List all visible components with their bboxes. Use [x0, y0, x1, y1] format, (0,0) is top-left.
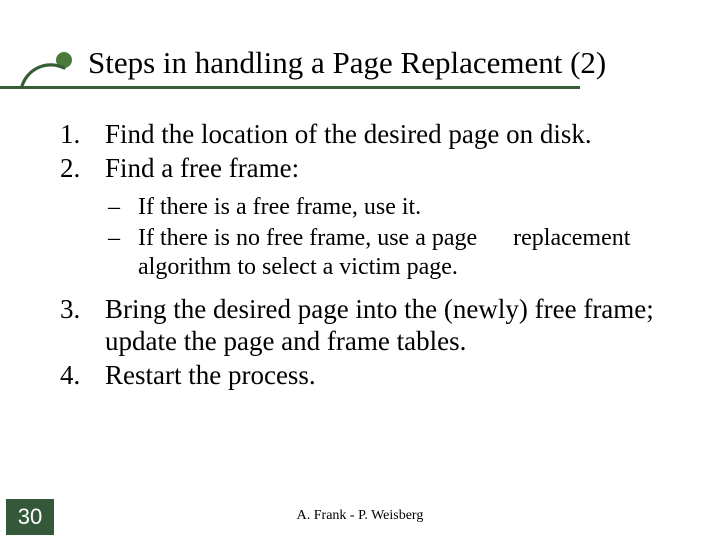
list-item: 1. Find the location of the desired page…	[50, 118, 705, 150]
item-number: 2.	[50, 152, 105, 184]
list-item: 4. Restart the process.	[50, 359, 705, 391]
sublist: – If there is a free frame, use it. – If…	[50, 193, 705, 283]
title-underline	[0, 86, 580, 89]
item-number: 3.	[50, 293, 105, 358]
item-text: Bring the desired page into the (newly) …	[105, 293, 705, 358]
sub-item: – If there is no free frame, use a page …	[50, 224, 705, 283]
item-text: Find the location of the desired page on…	[105, 118, 705, 150]
list-block: 3. Bring the desired page into the (newl…	[50, 293, 705, 392]
slide: Steps in handling a Page Replacement (2)…	[0, 0, 720, 540]
list-item: 2. Find a free frame:	[50, 152, 705, 184]
item-number: 4.	[50, 359, 105, 391]
item-number: 1.	[50, 118, 105, 150]
sub-item-text: If there is a free frame, use it.	[130, 193, 705, 222]
list-item: 3. Bring the desired page into the (newl…	[50, 293, 705, 358]
sub-item: – If there is a free frame, use it.	[50, 193, 705, 222]
sub-item-text: If there is no free frame, use a page re…	[130, 224, 705, 283]
dash-icon: –	[50, 224, 130, 283]
item-text: Restart the process.	[105, 359, 705, 391]
footer-credit: A. Frank - P. Weisberg	[0, 508, 720, 524]
dash-icon: –	[50, 193, 130, 222]
bullet-icon	[20, 42, 80, 107]
slide-title: Steps in handling a Page Replacement (2)	[88, 46, 606, 80]
content-body: 1. Find the location of the desired page…	[50, 118, 705, 394]
item-text: Find a free frame:	[105, 152, 705, 184]
